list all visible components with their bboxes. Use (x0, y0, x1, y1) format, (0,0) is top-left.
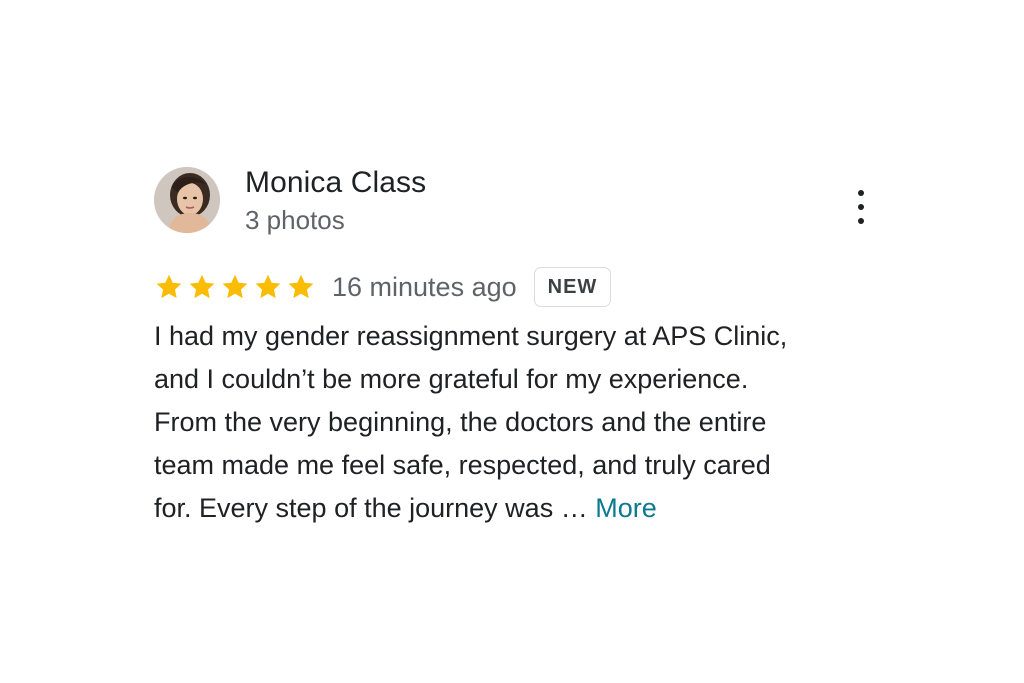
review-card: Monica Class 3 photos 16 minutes ago NEW… (154, 164, 874, 530)
star-rating (154, 272, 316, 302)
more-vert-icon-dot (858, 218, 864, 224)
review-text: I had my gender reassignment surgery at … (154, 315, 874, 530)
star-icon (187, 272, 217, 302)
star-icon (286, 272, 316, 302)
review-text-line: team made me feel safe, respected, and t… (154, 450, 771, 480)
avatar-image (154, 167, 220, 233)
review-text-line: for. Every step of the journey was … (154, 493, 596, 523)
review-header: Monica Class 3 photos (154, 164, 874, 236)
star-icon (253, 272, 283, 302)
star-icon (220, 272, 250, 302)
star-icon (154, 272, 184, 302)
author-block: Monica Class 3 photos (245, 164, 426, 238)
photo-count[interactable]: 3 photos (245, 202, 426, 238)
review-meta: 16 minutes ago NEW (154, 264, 874, 310)
more-vert-icon-dot (858, 204, 864, 210)
review-timestamp: 16 minutes ago (332, 272, 517, 302)
review-text-line: I had my gender reassignment surgery at … (154, 321, 788, 351)
more-link[interactable]: More (595, 493, 657, 523)
review-text-last-line: for. Every step of the journey was … Mor… (154, 487, 874, 530)
more-vert-icon (858, 190, 864, 196)
avatar[interactable] (154, 167, 220, 233)
more-options-button[interactable] (847, 190, 875, 224)
author-name[interactable]: Monica Class (245, 164, 426, 202)
review-text-line: From the very beginning, the doctors and… (154, 407, 767, 437)
review-text-line: and I couldn’t be more grateful for my e… (154, 364, 749, 394)
new-badge: NEW (533, 267, 612, 307)
